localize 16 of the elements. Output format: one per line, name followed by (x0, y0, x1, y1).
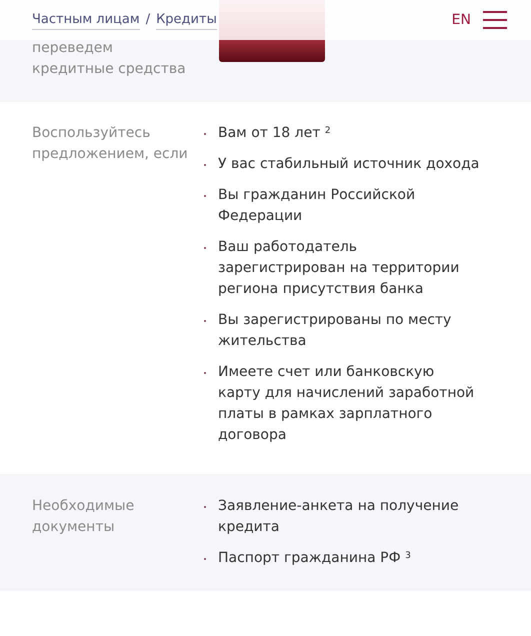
product-description: переведем кредитные средства (32, 39, 187, 79)
section-label: Воспользуйтесь предложением, если (32, 124, 189, 164)
list-item-text: Имеете счет или банковскую карту для начислений заработной платы в рамках зарплатного договора (218, 363, 476, 445)
menu-icon[interactable] (483, 11, 507, 29)
breadcrumb-link[interactable]: Кредиты (156, 10, 217, 30)
breadcrumb-separator: / (146, 11, 150, 30)
breadcrumb-link[interactable]: Частным лицам (32, 10, 140, 30)
list-item-text: У вас стабильный источник дохода (218, 155, 480, 174)
language-link[interactable]: EN (452, 10, 471, 30)
list-item-text: Паспорт гражданина РФ $^{3}$ (218, 549, 412, 568)
section-label: Необходимые документы (32, 497, 136, 537)
list-item-text: Вы гражданин Российской Федерации (218, 186, 416, 226)
list-item-text: Вы зарегистрированы по месту жительства (218, 311, 452, 351)
list-item-text: Заявление-анкета на получение кредита (218, 497, 460, 537)
list-item-text: Ваш работодатель зарегистрирован на территории региона присутствия банка (218, 238, 460, 299)
list-item-text: Вам от 18 лет $^{2}$ (218, 124, 332, 143)
